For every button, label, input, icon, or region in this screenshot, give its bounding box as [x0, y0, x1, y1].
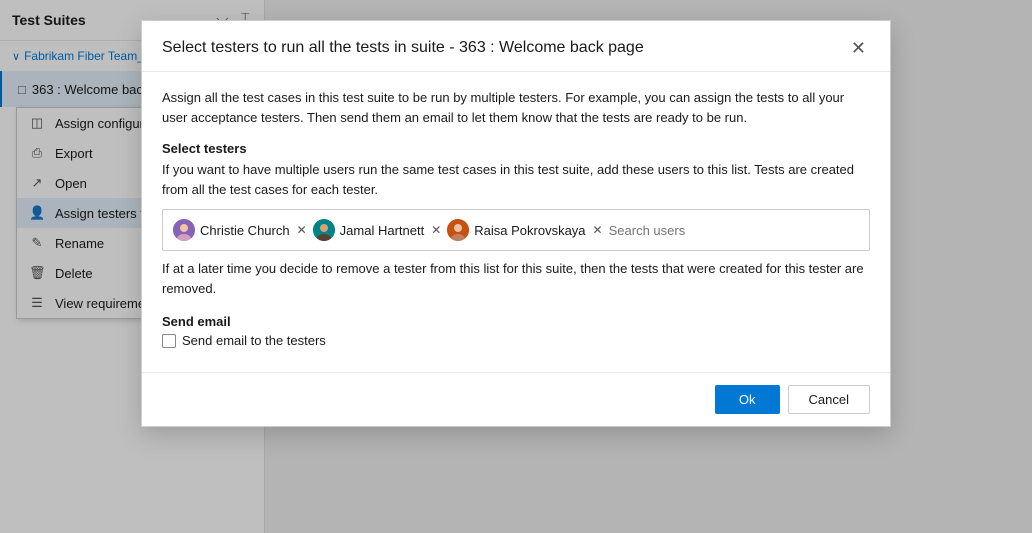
avatar-jh: [313, 219, 335, 241]
cancel-button[interactable]: Cancel: [788, 385, 870, 414]
dialog-header: Select testers to run all the tests in s…: [142, 21, 890, 72]
tester-name-cc: Christie Church: [200, 223, 290, 238]
send-email-section: Send email Send email to the testers: [162, 314, 870, 348]
dialog-body: Assign all the test cases in this test s…: [142, 72, 890, 372]
send-email-text: Send email to the testers: [182, 333, 326, 348]
avatar-rp: [447, 219, 469, 241]
dialog-close-button[interactable]: ✕: [847, 37, 870, 59]
tester-tag-jh: Jamal Hartnett ✕: [313, 219, 442, 241]
search-users-input[interactable]: [609, 223, 859, 238]
tester-tag-cc: Christie Church ✕: [173, 219, 307, 241]
dialog-title: Select testers to run all the tests in s…: [162, 39, 644, 57]
tester-name-rp: Raisa Pokrovskaya: [474, 223, 585, 238]
dialog: Select testers to run all the tests in s…: [141, 20, 891, 427]
dialog-intro: Assign all the test cases in this test s…: [162, 88, 870, 127]
send-email-row: Send email to the testers: [162, 333, 870, 348]
dialog-footer: Ok Cancel: [142, 372, 890, 426]
modal-overlay: Select testers to run all the tests in s…: [0, 0, 1032, 533]
ok-button[interactable]: Ok: [715, 385, 780, 414]
tester-name-jh: Jamal Hartnett: [340, 223, 425, 238]
remove-note: If at a later time you decide to remove …: [162, 259, 870, 298]
tester-tag-rp: Raisa Pokrovskaya ✕: [447, 219, 602, 241]
select-testers-title: Select testers: [162, 141, 870, 156]
tester-remove-jh[interactable]: ✕: [431, 223, 441, 237]
send-email-checkbox[interactable]: [162, 334, 176, 348]
tester-remove-cc[interactable]: ✕: [297, 223, 307, 237]
tester-remove-rp[interactable]: ✕: [593, 223, 603, 237]
testers-input-box[interactable]: Christie Church ✕ Jamal Hartnett ✕: [162, 209, 870, 251]
avatar-cc: [173, 219, 195, 241]
select-testers-desc: If you want to have multiple users run t…: [162, 160, 870, 199]
send-email-title: Send email: [162, 314, 870, 329]
